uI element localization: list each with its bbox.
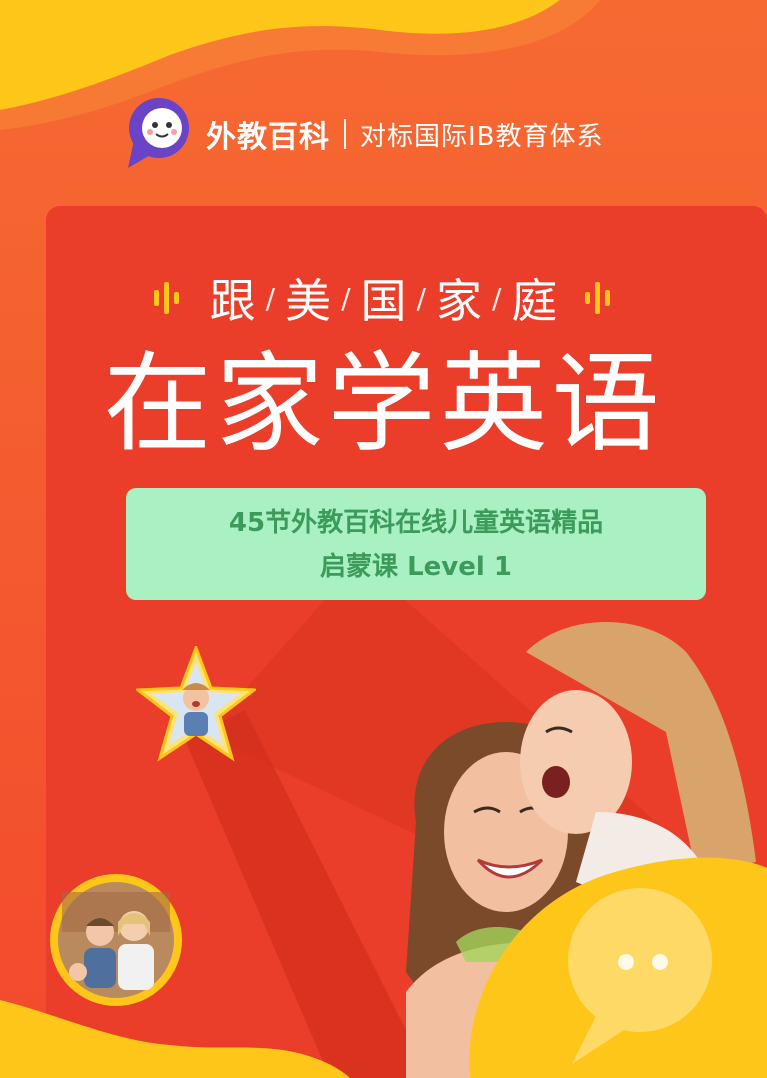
bubble-dot-icon [652, 954, 668, 970]
foreground-yellow-blob [469, 857, 767, 1078]
bubble-dot-icon [618, 954, 634, 970]
